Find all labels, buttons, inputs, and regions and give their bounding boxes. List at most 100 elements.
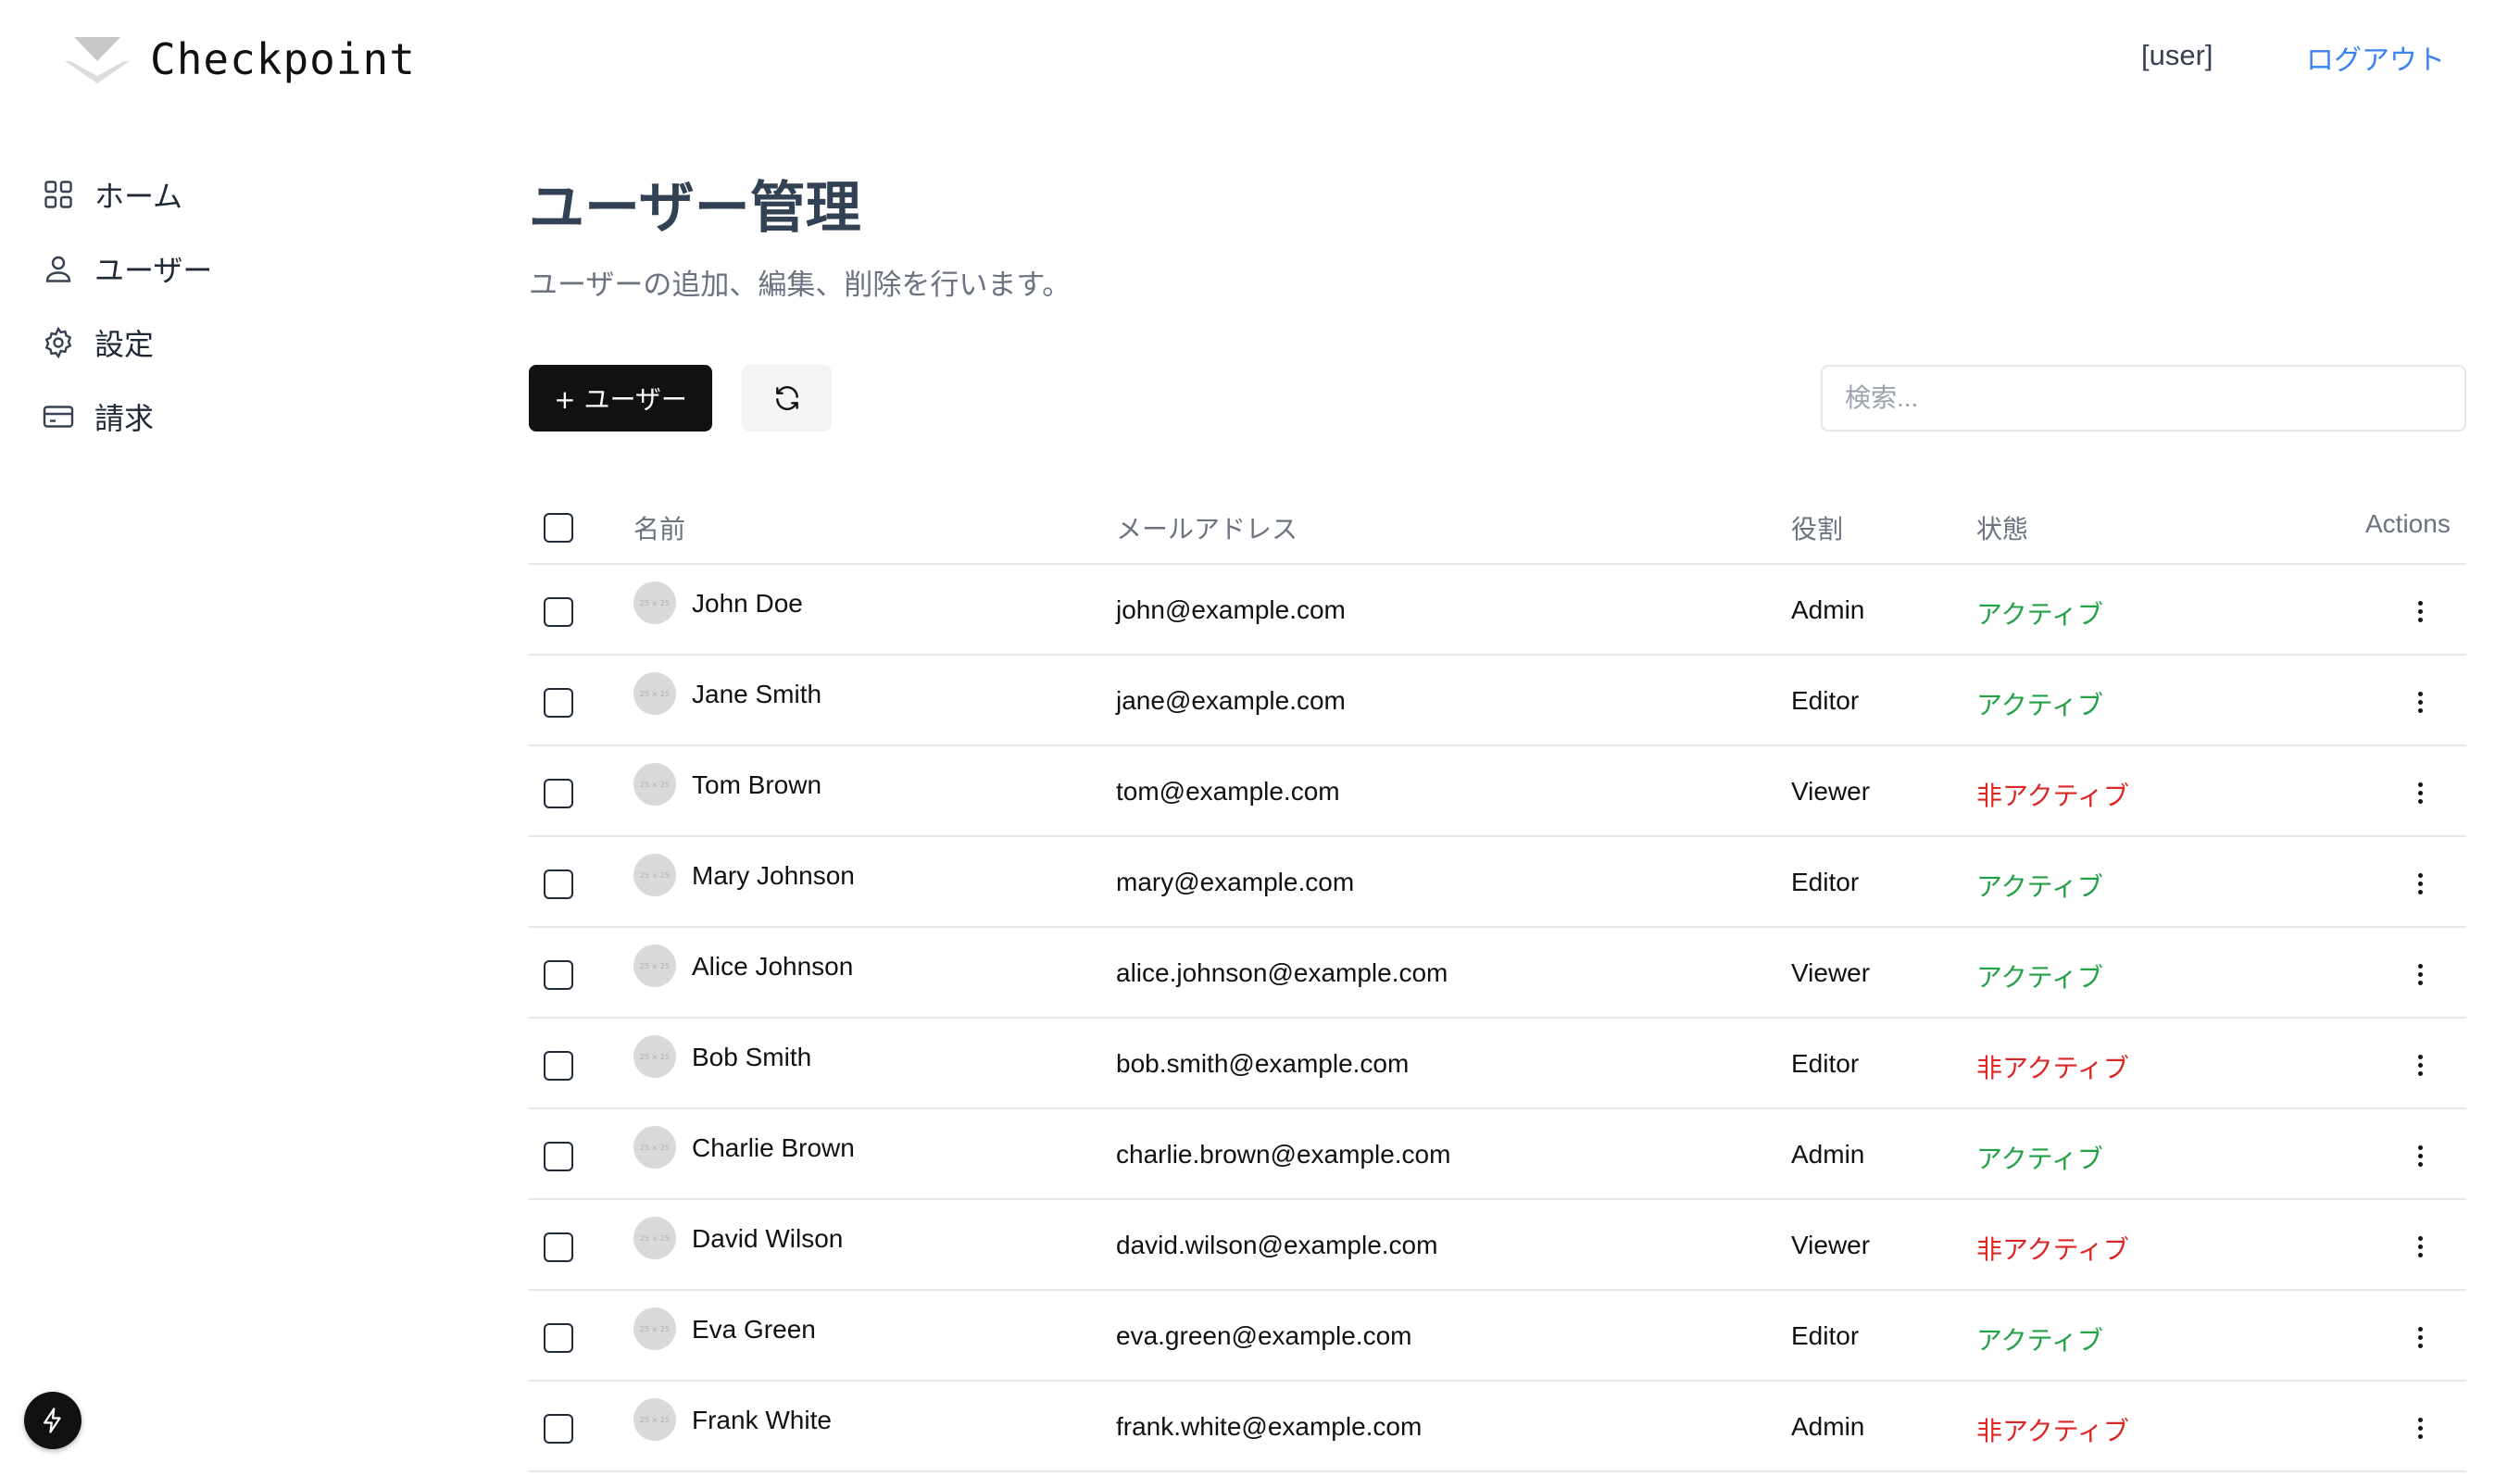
column-header-email[interactable]: メールアドレス: [1116, 509, 1298, 546]
user-role: Viewer: [1791, 958, 1871, 987]
add-user-button[interactable]: + ユーザー: [529, 365, 712, 432]
user-email: eva.green@example.com: [1116, 1321, 1412, 1350]
brand-name: Checkpoint: [150, 34, 416, 84]
user-role: Editor: [1791, 686, 1860, 715]
user-email: bob.smith@example.com: [1116, 1049, 1410, 1078]
avatar: 25 × 25: [633, 582, 676, 624]
dev-tools-button[interactable]: [24, 1392, 81, 1449]
column-header-name[interactable]: 名前: [633, 509, 685, 546]
status-badge: アクティブ: [1976, 962, 2103, 993]
brand[interactable]: Checkpoint: [59, 33, 416, 85]
user-email: alice.johnson@example.com: [1116, 958, 1448, 987]
row-checkbox[interactable]: [544, 869, 573, 899]
table-row[interactable]: 25 × 25 Alice Johnson alice.johnson@exampl…: [529, 928, 2466, 1019]
table-row[interactable]: 25 × 25 Frank White frank.white@example.co…: [529, 1382, 2466, 1472]
page-subtitle: ユーザーの追加、編集、削除を行います。: [529, 269, 1072, 302]
gear-icon: [41, 325, 76, 360]
table-row[interactable]: 25 × 25 Charlie Brown charlie.brown@exampl…: [529, 1109, 2466, 1200]
avatar: 25 × 25: [633, 1307, 676, 1350]
checkpoint-logo-icon: [65, 37, 130, 83]
column-header-status[interactable]: 状態: [1976, 509, 2028, 546]
user-name: Frank White: [692, 1406, 832, 1434]
user-role: Admin: [1791, 595, 1865, 624]
user-role: Admin: [1791, 1412, 1865, 1441]
user-role: Viewer: [1791, 777, 1871, 806]
user-name: Alice Johnson: [692, 952, 854, 981]
row-actions-menu-icon[interactable]: [2409, 1409, 2431, 1446]
status-badge: 非アクティブ: [1976, 781, 2129, 811]
row-checkbox[interactable]: [544, 597, 573, 627]
avatar: 25 × 25: [633, 1035, 676, 1078]
sidebar-item-label: 請求: [94, 401, 155, 436]
sidebar-item-home[interactable]: ホーム: [41, 157, 430, 231]
row-actions-menu-icon[interactable]: [2409, 1137, 2431, 1174]
avatar: 25 × 25: [633, 1217, 676, 1259]
user-role: Editor: [1791, 1321, 1860, 1350]
sidebar-item-label: ユーザー: [94, 253, 213, 288]
row-checkbox[interactable]: [544, 1414, 573, 1444]
column-header-role[interactable]: 役割: [1791, 509, 1843, 546]
status-badge: 非アクティブ: [1976, 1416, 2129, 1446]
status-badge: アクティブ: [1976, 1144, 2103, 1174]
sidebar: ホーム ユーザー 設定 請求: [41, 157, 430, 454]
table-row[interactable]: 25 × 25 Eva Green eva.green@example.com Edi…: [529, 1291, 2466, 1382]
avatar: 25 × 25: [633, 854, 676, 896]
user-name: Tom Brown: [692, 770, 822, 799]
sidebar-item-users[interactable]: ユーザー: [41, 231, 430, 306]
search-input[interactable]: [1821, 365, 2466, 432]
credit-card-icon: [41, 399, 76, 434]
user-name: John Doe: [692, 589, 803, 618]
column-header-actions: Actions: [2365, 509, 2451, 538]
row-actions-menu-icon[interactable]: [2409, 865, 2431, 902]
user-email: john@example.com: [1116, 595, 1346, 624]
row-actions-menu-icon[interactable]: [2409, 683, 2431, 720]
sidebar-item-label: 設定: [94, 327, 155, 362]
table-row[interactable]: 25 × 25 David Wilson david.wilson@example.…: [529, 1200, 2466, 1291]
main-content: ユーザー管理 ユーザーの追加、編集、削除を行います。 + ユーザー 名前 メール…: [529, 176, 2466, 1472]
avatar: 25 × 25: [633, 672, 676, 715]
grid-icon: [41, 177, 76, 212]
row-actions-menu-icon[interactable]: [2409, 1319, 2431, 1356]
avatar: 25 × 25: [633, 763, 676, 806]
select-all-checkbox[interactable]: [544, 513, 573, 543]
row-actions-menu-icon[interactable]: [2409, 1228, 2431, 1265]
table-row[interactable]: 25 × 25 Tom Brown tom@example.com Viewer 非アク…: [529, 746, 2466, 837]
sidebar-item-settings[interactable]: 設定: [41, 306, 430, 380]
table-row[interactable]: 25 × 25 Jane Smith jane@example.com Editor ア…: [529, 656, 2466, 746]
status-badge: 非アクティブ: [1976, 1234, 2129, 1265]
status-badge: アクティブ: [1976, 871, 2103, 902]
user-name: Charlie Brown: [692, 1133, 855, 1162]
row-actions-menu-icon[interactable]: [2409, 593, 2431, 630]
user-name: Eva Green: [692, 1315, 816, 1344]
user-email: david.wilson@example.com: [1116, 1231, 1438, 1259]
logout-link[interactable]: ログアウト: [2306, 37, 2445, 78]
user-name: Jane Smith: [692, 680, 822, 708]
sidebar-item-billing[interactable]: 請求: [41, 380, 430, 454]
page-title: ユーザー管理: [529, 176, 861, 241]
status-badge: 非アクティブ: [1976, 1053, 2129, 1083]
refresh-button[interactable]: [742, 365, 832, 432]
table-row[interactable]: 25 × 25 Bob Smith bob.smith@example.com Edi…: [529, 1019, 2466, 1109]
row-checkbox[interactable]: [544, 688, 573, 718]
user-role: Editor: [1791, 1049, 1860, 1078]
user-name: David Wilson: [692, 1224, 844, 1253]
row-checkbox[interactable]: [544, 960, 573, 990]
avatar: 25 × 25: [633, 944, 676, 987]
row-checkbox[interactable]: [544, 1323, 573, 1353]
row-actions-menu-icon[interactable]: [2409, 1046, 2431, 1083]
row-actions-menu-icon[interactable]: [2409, 956, 2431, 993]
row-checkbox[interactable]: [544, 1051, 573, 1081]
row-actions-menu-icon[interactable]: [2409, 774, 2431, 811]
user-email: tom@example.com: [1116, 777, 1340, 806]
status-badge: アクティブ: [1976, 1325, 2103, 1356]
row-checkbox[interactable]: [544, 779, 573, 808]
table-row[interactable]: 25 × 25 John Doe john@example.com Admin アクティ…: [529, 565, 2466, 656]
table-row[interactable]: 25 × 25 Mary Johnson mary@example.com Edito…: [529, 837, 2466, 928]
table-header: 名前 メールアドレス 役割 状態 Actions: [529, 485, 2466, 565]
user-role: Editor: [1791, 868, 1860, 896]
user-name: Mary Johnson: [692, 861, 855, 890]
current-user: [user]: [2141, 39, 2213, 71]
page: Checkpoint [user] ログアウト ホーム ユーザー 設定 請求 ユ…: [0, 0, 2520, 1476]
row-checkbox[interactable]: [544, 1232, 573, 1262]
row-checkbox[interactable]: [544, 1142, 573, 1171]
